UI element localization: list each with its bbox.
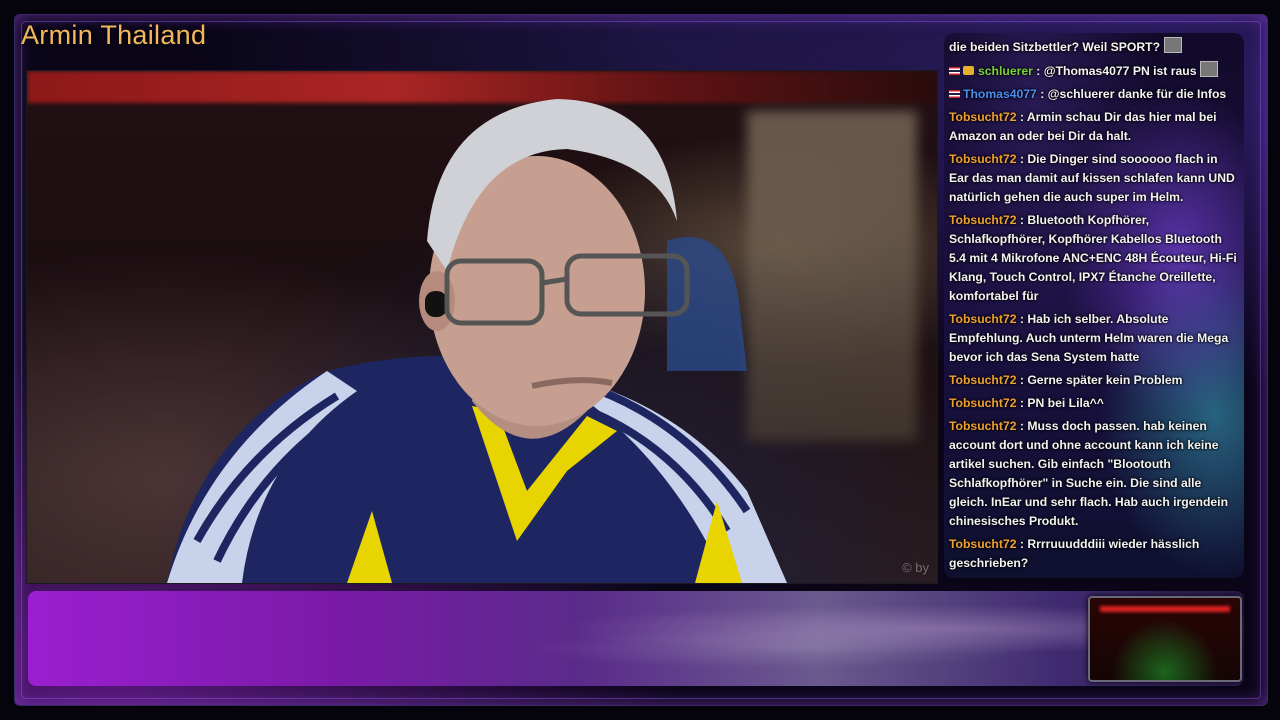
chat-message: Tobsucht72 : Gerne später kein Problem: [944, 371, 1244, 390]
chat-text: : Gerne später kein Problem: [1016, 373, 1183, 387]
country-flag-icon: [949, 90, 960, 98]
chat-emote-icon: [1164, 37, 1183, 53]
chat-message: Tobsucht72 : Rrrruuudddiii wieder hässli…: [944, 535, 1244, 573]
chat-message: Thomas4077 : @schluerer danke für die In…: [944, 85, 1244, 104]
chat-emote-icon: [1200, 61, 1219, 77]
stream-title: Armin Thailand: [21, 20, 207, 50]
chat-message: Tobsucht72 : Hab ich selber. Absolute Em…: [944, 310, 1244, 367]
chat-message-list: die beiden Sitzbettler? Weil SPORT? schlu…: [944, 37, 1244, 573]
chat-message: schluerer : @Thomas4077 PN ist raus: [944, 61, 1244, 81]
chat-username[interactable]: Tobsucht72: [949, 373, 1017, 387]
chat-username[interactable]: Tobsucht72: [949, 213, 1017, 227]
subscriber-badge-icon: [963, 66, 974, 75]
chat-panel[interactable]: die beiden Sitzbettler? Weil SPORT? schlu…: [944, 33, 1244, 578]
country-flag-icon: [949, 67, 960, 75]
chat-text: : PN bei Lila^^: [1016, 396, 1104, 410]
secondary-camera-widget[interactable]: [1088, 596, 1242, 682]
chat-username[interactable]: Tobsucht72: [949, 312, 1017, 326]
chat-username[interactable]: Tobsucht72: [949, 537, 1017, 551]
chat-message: Tobsucht72 : Armin schau Dir das hier ma…: [944, 108, 1244, 146]
chat-message: die beiden Sitzbettler? Weil SPORT?: [944, 37, 1244, 57]
red-light-bar: [1100, 606, 1230, 612]
chat-message: Tobsucht72 : Muss doch passen. hab keine…: [944, 417, 1244, 531]
chat-username[interactable]: schluerer: [978, 64, 1033, 78]
chat-text: : @schluerer danke für die Infos: [1036, 87, 1227, 101]
chat-username[interactable]: Tobsucht72: [949, 396, 1017, 410]
chat-text: die beiden Sitzbettler? Weil SPORT?: [949, 40, 1161, 54]
chat-username[interactable]: Tobsucht72: [949, 110, 1017, 124]
video-watermark: © by: [902, 560, 929, 575]
chat-username[interactable]: Tobsucht72: [949, 152, 1017, 166]
chat-text: : Muss doch passen. hab keinen account d…: [949, 419, 1229, 528]
chat-message: Tobsucht72 : Bluetooth Kopfhörer, Schlaf…: [944, 211, 1244, 306]
chat-username[interactable]: Tobsucht72: [949, 419, 1017, 433]
bottom-info-panel: [28, 591, 1244, 686]
chat-message: Tobsucht72 : PN bei Lila^^: [944, 394, 1244, 413]
chat-message: Tobsucht72 : Die Dinger sind soooooo fla…: [944, 150, 1244, 207]
webcam-video[interactable]: © by: [26, 70, 938, 584]
chat-username[interactable]: Thomas4077: [963, 87, 1037, 101]
chat-text: : @Thomas4077 PN ist raus: [1032, 64, 1197, 78]
